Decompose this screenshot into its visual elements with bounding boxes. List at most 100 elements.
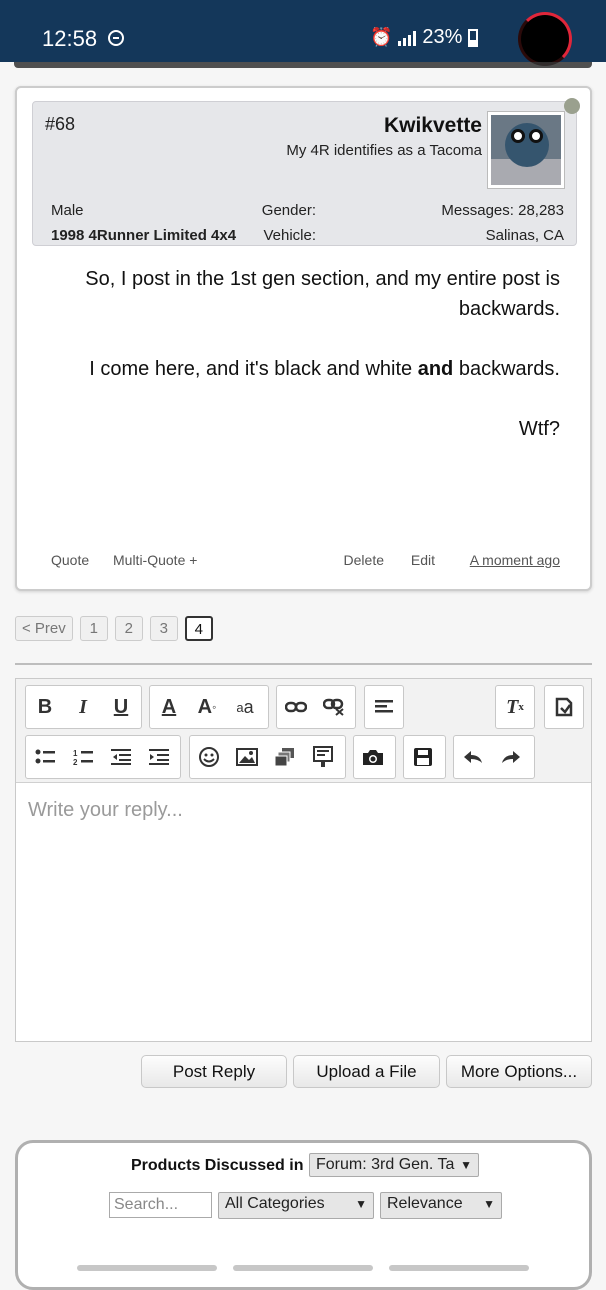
save-group: [403, 735, 446, 779]
upload-file-button[interactable]: Upload a File: [293, 1055, 440, 1088]
bold-button[interactable]: B: [26, 686, 64, 728]
products-title: Products Discussed in: [131, 1157, 304, 1174]
underline-button[interactable]: U: [102, 686, 140, 728]
italic-button[interactable]: I: [64, 686, 102, 728]
font-color-button[interactable]: A: [150, 686, 188, 728]
forum-select[interactable]: Forum: 3rd Gen. Ta ▼: [309, 1153, 479, 1177]
chevron-down-icon: ▼: [460, 1158, 472, 1172]
signal-icon: [398, 30, 417, 46]
category-select[interactable]: All Categories ▼: [218, 1192, 374, 1219]
messages-label: Messages:: [441, 202, 514, 219]
indent-icon[interactable]: [140, 736, 178, 778]
code-icon[interactable]: [304, 736, 342, 778]
forum-post: Kwikvette My 4R identifies as a Tacoma #…: [15, 86, 592, 591]
post-text-bold: and: [417, 358, 454, 380]
delete-link[interactable]: Delete: [344, 552, 384, 568]
alarm-icon: ⏰: [370, 27, 393, 47]
avatar-eye: [529, 129, 543, 143]
media-icon[interactable]: [266, 736, 304, 778]
reply-textarea[interactable]: Write your reply...: [28, 799, 183, 822]
page-top-border: [14, 62, 592, 68]
sort-select-value: Relevance: [387, 1195, 463, 1212]
redo-icon[interactable]: [492, 736, 530, 778]
status-icons: ⏰ 23%: [370, 26, 479, 49]
messages-stat: Messages: 28,283: [441, 202, 564, 219]
clear-format-group: Tx: [495, 685, 535, 729]
nav-handle[interactable]: [233, 1265, 373, 1271]
divider: [15, 663, 592, 665]
link-icon[interactable]: [277, 686, 315, 728]
reply-editor: B I U A A ◦ aa Tx 1 2 Write your reply..…: [15, 678, 592, 1042]
font-group: A A ◦ aa: [149, 685, 269, 729]
camera-icon[interactable]: [354, 736, 392, 778]
page-link[interactable]: 2: [114, 616, 143, 641]
undo-icon[interactable]: [454, 736, 492, 778]
font-size-button[interactable]: A ◦: [188, 686, 226, 728]
font-family-label: a: [236, 699, 244, 715]
link-group: [276, 685, 356, 729]
camera-group: [353, 735, 396, 779]
history-group: [453, 735, 535, 779]
chevron-down-icon: ▼: [355, 1197, 367, 1211]
battery-percent: 23%: [422, 26, 463, 48]
screen-record-indicator[interactable]: [518, 12, 572, 66]
page-link[interactable]: 1: [79, 616, 108, 641]
format-group: B I U: [25, 685, 142, 729]
prev-page-button[interactable]: < Prev: [15, 616, 73, 641]
numbered-list-icon[interactable]: 12: [64, 736, 102, 778]
quote-link[interactable]: Quote: [51, 552, 89, 568]
align-icon[interactable]: [365, 686, 403, 728]
post-text: backwards.: [453, 358, 560, 380]
image-icon[interactable]: [228, 736, 266, 778]
gender-label: Gender:: [261, 202, 316, 219]
multi-quote-link[interactable]: Multi-Quote +: [113, 552, 197, 568]
svg-text:2: 2: [73, 758, 78, 766]
vehicle-value: 1998 4Runner Limited 4x4: [51, 227, 237, 244]
username-link[interactable]: Kwikvette: [384, 114, 482, 138]
messages-value: 28,283: [518, 202, 564, 219]
unlink-icon[interactable]: [315, 686, 353, 728]
nav-handle[interactable]: [389, 1265, 529, 1271]
status-time: 12:58: [42, 26, 98, 51]
page-link[interactable]: 3: [149, 616, 178, 641]
status-bar: 12:58 ⏰ 23%: [0, 0, 606, 66]
outdent-icon[interactable]: [102, 736, 140, 778]
user-title: My 4R identifies as a Tacoma: [286, 142, 482, 159]
avatar-figure: [505, 123, 549, 167]
post-reply-button[interactable]: Post Reply: [141, 1055, 287, 1088]
dnd-icon: [108, 30, 124, 46]
editor-toolbar: B I U A A ◦ aa Tx 1 2: [16, 679, 591, 783]
post-body-paragraph: I come here, and it's black and white an…: [40, 354, 560, 384]
more-options-button[interactable]: More Options...: [446, 1055, 592, 1088]
nav-handle[interactable]: [77, 1265, 217, 1271]
post-body-paragraph: Wtf?: [518, 418, 560, 440]
smiley-icon[interactable]: [190, 736, 228, 778]
align-group: [364, 685, 404, 729]
font-family-button[interactable]: aa: [226, 686, 264, 728]
avatar[interactable]: [488, 112, 564, 188]
category-select-value: All Categories: [225, 1195, 325, 1212]
font-size-label: A: [197, 695, 213, 718]
post-date-link[interactable]: A moment ago: [470, 552, 560, 568]
clear-format-icon[interactable]: Tx: [496, 686, 534, 728]
pagination: < Prev 1 2 3 4: [15, 616, 213, 641]
product-search-input[interactable]: Search...: [109, 1192, 212, 1218]
avatar-eye: [511, 129, 525, 143]
forum-select-value: Forum: 3rd Gen. Ta: [316, 1156, 455, 1173]
vehicle-label: Vehicle:: [263, 227, 316, 244]
post-body-paragraph: So, I post in the 1st gen section, and m…: [85, 268, 560, 320]
insert-group: [189, 735, 346, 779]
save-icon[interactable]: [404, 736, 442, 778]
battery-icon: [468, 28, 479, 47]
sort-select[interactable]: Relevance ▼: [380, 1192, 502, 1219]
paste-group: [544, 685, 584, 729]
paste-icon[interactable]: [545, 686, 583, 728]
location: Salinas, CA: [485, 227, 564, 244]
page-link-current[interactable]: 4: [184, 616, 213, 641]
edit-link[interactable]: Edit: [411, 552, 435, 568]
list-group: 12: [25, 735, 181, 779]
svg-text:1: 1: [73, 749, 78, 758]
bullet-list-icon[interactable]: [26, 736, 64, 778]
post-user-info: Kwikvette My 4R identifies as a Tacoma #…: [32, 98, 580, 246]
post-number-link[interactable]: #68: [45, 114, 75, 135]
